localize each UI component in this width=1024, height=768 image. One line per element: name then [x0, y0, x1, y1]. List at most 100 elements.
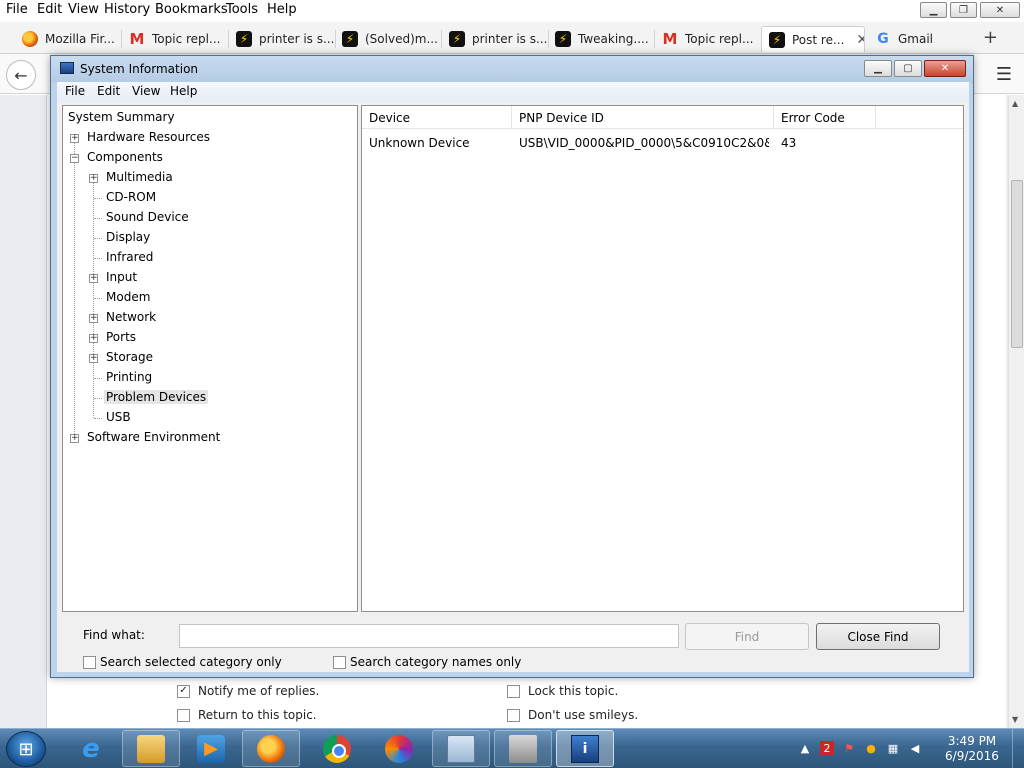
notify-replies-option[interactable]: ✓ Notify me of replies.	[177, 684, 319, 698]
tab-gmail[interactable]: G Gmail	[875, 26, 965, 52]
tree-item-hardware-resources[interactable]: Hardware Resources	[87, 130, 210, 144]
clock[interactable]: 3:49 PM 6/9/2016	[940, 734, 1004, 764]
window-titlebar[interactable]: System Information ▁ ▢ ✕	[51, 56, 973, 83]
new-tab-icon[interactable]: +	[983, 27, 998, 48]
menu-tools[interactable]: Tools	[226, 2, 258, 17]
volume-icon[interactable]: ◀	[908, 741, 922, 755]
collapse-icon[interactable]: −	[70, 154, 79, 163]
return-topic-option[interactable]: Return to this topic.	[177, 708, 317, 722]
tray-calendar-icon[interactable]: 2	[820, 741, 834, 755]
tab-topic-reply-2[interactable]: M Topic repl...	[662, 26, 760, 52]
scroll-up-icon[interactable]: ▲	[1012, 99, 1018, 108]
menu-edit[interactable]: Edit	[37, 2, 62, 17]
menu-file[interactable]: File	[65, 84, 85, 98]
taskbar-media-player[interactable]: ▶	[182, 730, 240, 767]
close-button[interactable]: ✕	[924, 60, 966, 77]
tree-item-sound-device[interactable]: Sound Device	[106, 210, 189, 224]
scrollbar-thumb[interactable]	[1011, 180, 1023, 348]
category-tree[interactable]: System Summary + Hardware Resources − Co…	[62, 105, 358, 612]
no-smileys-option[interactable]: Don't use smileys.	[507, 708, 638, 722]
tab-mozilla-firefox[interactable]: Mozilla Fir...	[22, 26, 120, 52]
close-find-button[interactable]: Close Find	[816, 623, 940, 650]
taskbar-firefox[interactable]	[242, 730, 300, 767]
tree-item-input[interactable]: Input	[106, 270, 137, 284]
find-button[interactable]: Find	[685, 623, 809, 650]
tree-item-printing[interactable]: Printing	[106, 370, 152, 384]
tree-item-modem[interactable]: Modem	[106, 290, 150, 304]
tree-item-infrared[interactable]: Infrared	[106, 250, 153, 264]
scroll-down-icon[interactable]: ▼	[1012, 715, 1018, 724]
no-smileys-checkbox[interactable]	[507, 708, 520, 722]
menu-help[interactable]: Help	[170, 84, 197, 98]
clock-date: 6/9/2016	[945, 749, 999, 763]
lock-topic-checkbox[interactable]	[507, 684, 520, 698]
tree-item-problem-devices[interactable]: Problem Devices	[104, 390, 209, 404]
lock-topic-option[interactable]: Lock this topic.	[507, 684, 618, 698]
hamburger-menu-icon[interactable]: ☰	[996, 64, 1012, 85]
notify-replies-checkbox[interactable]: ✓	[177, 684, 190, 698]
expand-icon[interactable]: +	[70, 434, 79, 443]
column-header-error-code[interactable]: Error Code	[774, 106, 876, 129]
search-names-checkbox[interactable]	[333, 655, 346, 669]
search-selected-checkbox[interactable]	[83, 655, 96, 669]
tab-tweaking[interactable]: ⚡ Tweaking....	[555, 26, 653, 52]
tree-item-usb[interactable]: USB	[106, 410, 131, 424]
maximize-button[interactable]: ▢	[894, 60, 922, 77]
show-desktop-button[interactable]	[1012, 729, 1024, 768]
expand-icon[interactable]: +	[89, 174, 98, 183]
action-center-flag-icon[interactable]: ⚑	[842, 741, 856, 755]
expand-icon[interactable]: +	[89, 314, 98, 323]
taskbar-internet-explorer[interactable]: e	[62, 730, 120, 767]
menu-history[interactable]: History	[104, 2, 150, 17]
menu-view[interactable]: View	[132, 84, 160, 98]
tree-item-ports[interactable]: Ports	[106, 330, 136, 344]
minimize-button[interactable]: ▁	[920, 2, 947, 18]
find-input[interactable]	[179, 624, 679, 648]
menu-bookmarks[interactable]: Bookmarks	[155, 2, 228, 17]
tree-item-display[interactable]: Display	[106, 230, 150, 244]
network-status-icon[interactable]: ▦	[886, 741, 900, 755]
tree-item-cd-rom[interactable]: CD-ROM	[106, 190, 156, 204]
taskbar-system-information[interactable]: i	[556, 730, 614, 767]
menu-file[interactable]: File	[6, 2, 28, 17]
tab-close-icon[interactable]: ✕	[856, 32, 864, 48]
tree-item-system-summary[interactable]: System Summary	[68, 110, 175, 124]
tray-app-icon[interactable]: ●	[864, 741, 878, 755]
tree-item-multimedia[interactable]: Multimedia	[106, 170, 173, 184]
tab-topic-reply-1[interactable]: M Topic repl...	[129, 26, 227, 52]
tab-printer-2[interactable]: ⚡ printer is s...	[449, 26, 547, 52]
show-hidden-icons-icon[interactable]: ▲	[798, 741, 812, 755]
back-button[interactable]: ←	[6, 60, 36, 90]
search-selected-option[interactable]: Search selected category only	[83, 655, 282, 669]
expand-icon[interactable]: +	[89, 354, 98, 363]
tree-item-software-environment[interactable]: Software Environment	[87, 430, 220, 444]
search-names-option[interactable]: Search category names only	[333, 655, 521, 669]
taskbar-swirl-app[interactable]	[370, 730, 428, 767]
menu-help[interactable]: Help	[267, 2, 297, 17]
menu-edit[interactable]: Edit	[97, 84, 120, 98]
taskbar-control-panel[interactable]	[432, 730, 490, 767]
return-topic-checkbox[interactable]	[177, 708, 190, 722]
menu-view[interactable]: View	[68, 2, 99, 17]
restore-button[interactable]: ❐	[950, 2, 977, 18]
expand-icon[interactable]: +	[89, 274, 98, 283]
taskbar-network[interactable]	[494, 730, 552, 767]
tab-printer-1[interactable]: ⚡ printer is s...	[236, 26, 334, 52]
tree-item-components[interactable]: Components	[87, 150, 163, 164]
tab-solved[interactable]: ⚡ (Solved)m...	[342, 26, 440, 52]
tree-item-network[interactable]: Network	[106, 310, 156, 324]
details-list[interactable]: Device PNP Device ID Error Code Unknown …	[361, 105, 964, 612]
column-header-pnp-device-id[interactable]: PNP Device ID	[512, 106, 774, 129]
gmail-icon: M	[662, 30, 678, 48]
tree-item-storage[interactable]: Storage	[106, 350, 153, 364]
page-scrollbar[interactable]: ▲ ▼	[1008, 95, 1024, 728]
close-button[interactable]: ✕	[980, 2, 1020, 18]
expand-icon[interactable]: +	[70, 134, 79, 143]
taskbar-file-explorer[interactable]	[122, 730, 180, 767]
start-button[interactable]: ⊞	[6, 731, 46, 767]
minimize-button[interactable]: ▁	[864, 60, 892, 77]
tab-post-reply[interactable]: ⚡ Post re... ✕	[761, 26, 865, 52]
expand-icon[interactable]: +	[89, 334, 98, 343]
column-header-device[interactable]: Device	[362, 106, 512, 129]
taskbar-chrome[interactable]	[308, 730, 366, 767]
